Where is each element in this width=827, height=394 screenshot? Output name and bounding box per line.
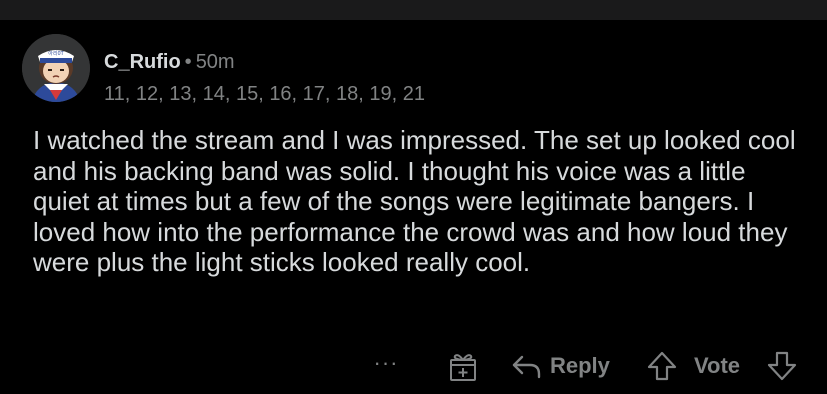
comment-meta: C_Rufio • 50m [104,50,235,74]
vote-count: Vote [694,348,740,384]
comment-body: I watched the stream and I was impressed… [33,125,796,277]
timestamp[interactable]: 50m [196,51,235,73]
downvote-button[interactable] [765,348,799,384]
vote-label: Vote [694,353,741,378]
username-link[interactable]: C_Rufio [104,51,181,73]
gift-plus-icon [450,354,476,381]
upvote-button[interactable] [645,348,679,384]
top-divider-strip [0,0,827,20]
award-button[interactable] [446,348,480,384]
avatar-hat-text: 아리0T [48,50,64,57]
reply-arrow-icon [512,355,541,379]
arrow-down-icon [767,351,797,381]
meta-separator: • [184,51,192,73]
arrow-up-icon [647,351,677,381]
reply-button[interactable]: Reply [510,348,610,384]
avatar-illustration: 아리0T [22,34,90,102]
reply-label: Reply [550,353,610,378]
avatar[interactable]: 아리0T [22,34,90,102]
user-flair: 11, 12, 13, 14, 15, 16, 17, 18, 19, 21 [104,83,425,105]
more-options-button[interactable]: ··· [368,348,404,384]
